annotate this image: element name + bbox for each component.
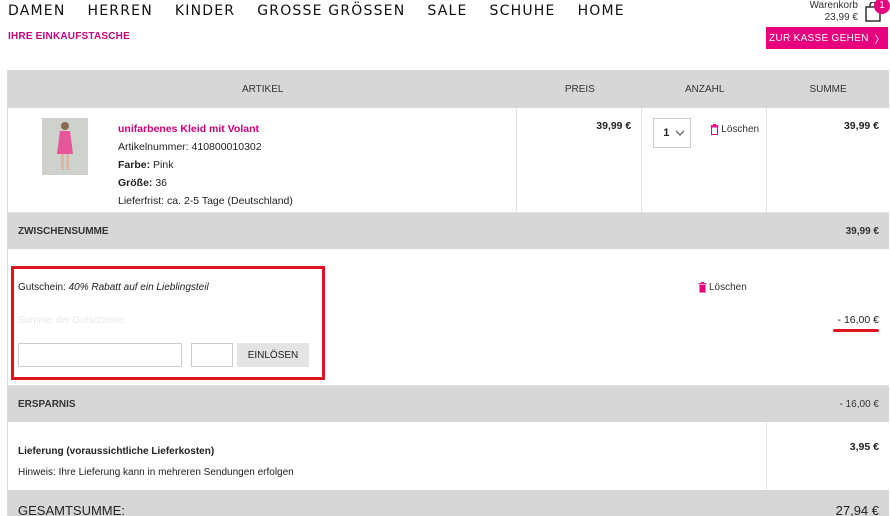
table-header: ARTIKEL PREIS ANZAHL SUMME xyxy=(8,70,889,108)
delivery-label: Lieferung (voraussichtliche Lieferkosten… xyxy=(18,446,215,457)
quantity-select[interactable]: 1 xyxy=(653,118,692,148)
cart-label: Warenkorb xyxy=(809,0,858,11)
coupon-pin-input[interactable] xyxy=(191,343,233,367)
trash-icon xyxy=(710,124,719,135)
checkout-button[interactable]: ZUR KASSE GEHEN 〉 xyxy=(766,27,888,49)
trash-icon xyxy=(698,282,707,293)
item-price: 39,99 € xyxy=(517,108,643,212)
color-line: Farbe: Pink xyxy=(118,156,293,174)
subtotal-label: ZWISCHENSUMME xyxy=(18,225,109,237)
size-line: Größe: 36 xyxy=(118,174,293,192)
chevron-right-icon: 〉 xyxy=(874,34,885,46)
coupon-description: 40% Rabatt auf ein Lieblingsteil xyxy=(68,282,209,293)
product-name-link[interactable]: unifarbenes Kleid mit Volant xyxy=(118,120,293,138)
quantity-value: 1 xyxy=(663,127,670,139)
nav-item-herren[interactable]: HERREN xyxy=(88,2,153,20)
cart-widget[interactable]: Warenkorb 23,99 € 1 xyxy=(809,0,890,24)
subtotal-row: ZWISCHENSUMME 39,99 € xyxy=(8,213,889,249)
savings-value: - 16,00 € xyxy=(839,398,879,410)
header-summe: SUMME xyxy=(809,83,847,95)
delete-label: Löschen xyxy=(721,124,760,135)
header-artikel: ARTIKEL xyxy=(241,83,284,95)
size-label: Größe: xyxy=(118,177,153,189)
nav-item-damen[interactable]: DAMEN xyxy=(8,2,66,20)
nav-item-sale[interactable]: SALE xyxy=(427,2,467,20)
savings-row: ERSPARNIS - 16,00 € xyxy=(8,386,889,422)
article-cell: unifarbenes Kleid mit Volant Artikelnumm… xyxy=(8,108,518,212)
coupon-label: Gutschein: 40% Rabatt auf ein Lieblingst… xyxy=(18,282,209,293)
chevron-down-icon xyxy=(675,130,685,136)
delivery-row: Lieferung (voraussichtliche Lieferkosten… xyxy=(8,422,889,490)
total-value: 27,94 € xyxy=(835,503,879,516)
savings-label: ERSPARNIS xyxy=(18,398,76,410)
color-label: Farbe: xyxy=(118,159,151,171)
delete-coupon-label: Löschen xyxy=(709,282,747,293)
cart-table: ARTIKEL PREIS ANZAHL SUMME unifarbenes K… xyxy=(7,70,889,516)
header-preis: PREIS xyxy=(564,83,595,95)
delivery-note: Hinweis: Ihre Lieferung kann in mehreren… xyxy=(18,467,294,478)
article-number: Artikelnummer: 410800010302 xyxy=(118,141,262,153)
checkout-label: ZUR KASSE GEHEN xyxy=(769,32,869,44)
coupon-section: Gutschein: 40% Rabatt auf ein Lieblingst… xyxy=(8,249,889,386)
coupon-code-input[interactable] xyxy=(18,343,182,367)
coupon-amount: - 16,00 € xyxy=(837,314,879,326)
delivery-time: Lieferfrist: ca. 2-5 Tage (Deutschland) xyxy=(118,195,293,207)
item-sum: 39,99 € xyxy=(843,120,880,132)
delete-coupon-button[interactable]: Löschen xyxy=(698,282,747,293)
table-row: unifarbenes Kleid mit Volant Artikelnumm… xyxy=(8,108,889,213)
product-image[interactable] xyxy=(42,118,88,175)
shopping-bag-icon[interactable]: 1 xyxy=(864,0,890,22)
delivery-cost: 3,95 € xyxy=(849,441,879,453)
coupon-label-text: Gutschein: xyxy=(18,282,66,293)
cart-summary: Warenkorb 23,99 € xyxy=(809,0,858,24)
delete-item-button[interactable]: Löschen xyxy=(710,124,759,135)
page-title: IHRE EINKAUFSTASCHE xyxy=(8,31,130,42)
delivery-info: Lieferung (voraussichtliche Lieferkosten… xyxy=(8,422,768,490)
article-details: unifarbenes Kleid mit Volant Artikelnumm… xyxy=(118,120,293,210)
size-value: 36 xyxy=(155,177,168,189)
color-value: Pink xyxy=(153,159,174,171)
coupon-sum-label: Summe der Gutscheine: xyxy=(18,315,126,326)
highlight-underline xyxy=(833,329,879,332)
quantity-cell: 1 Löschen xyxy=(642,108,768,212)
header-anzahl: ANZAHL xyxy=(684,83,725,95)
nav-item-grosse-groessen[interactable]: GROSSE GRÖSSEN xyxy=(257,2,405,20)
cart-amount: 23,99 € xyxy=(824,12,858,23)
redeem-button[interactable]: EINLÖSEN xyxy=(237,343,309,367)
nav-item-home[interactable]: HOME xyxy=(578,2,625,20)
total-label: GESAMTSUMME: xyxy=(18,503,125,516)
main-nav: DAMEN HERREN KINDER GROSSE GRÖSSEN SALE … xyxy=(8,2,647,20)
subtotal-value: 39,99 € xyxy=(845,225,879,237)
nav-item-schuhe[interactable]: SCHUHE xyxy=(490,2,556,20)
cart-count-badge: 1 xyxy=(874,0,890,14)
nav-item-kinder[interactable]: KINDER xyxy=(175,2,235,20)
total-row: GESAMTSUMME: 27,94 € xyxy=(8,490,889,516)
